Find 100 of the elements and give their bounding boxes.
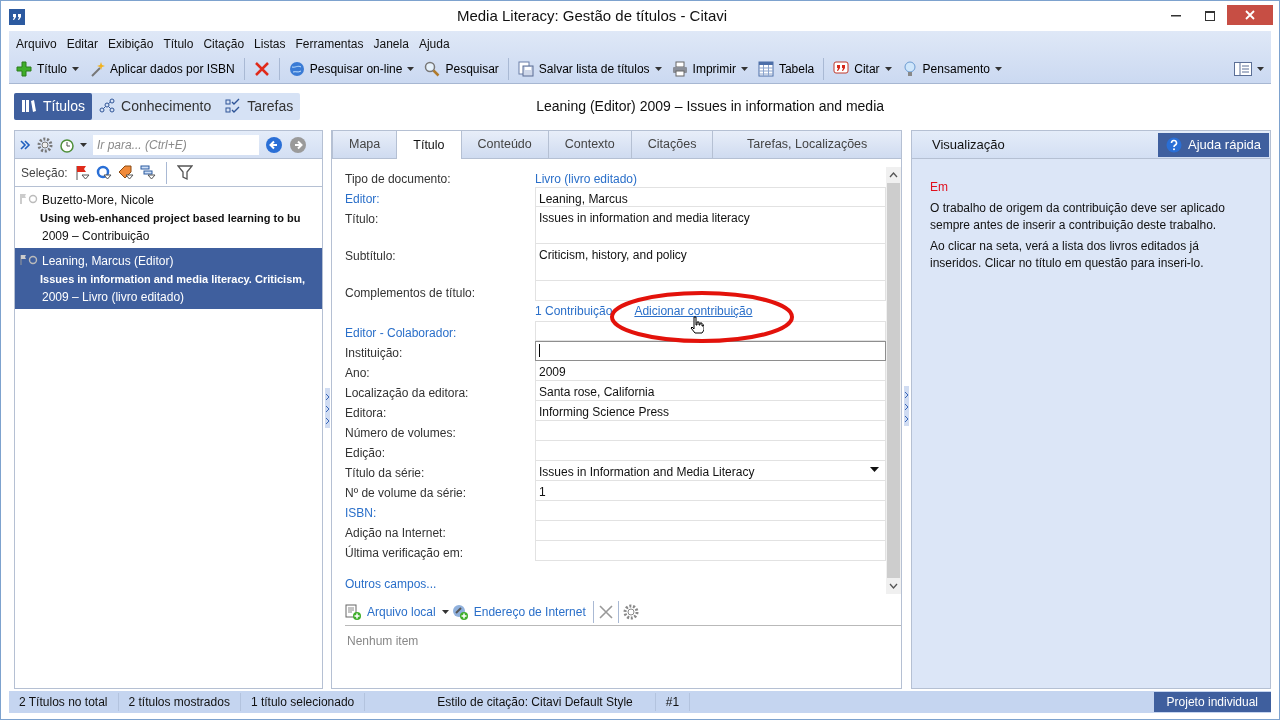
field-label: Complementos de título: [345, 285, 477, 301]
toolbar-button[interactable]: Aplicar dados por ISBN [84, 58, 240, 80]
field-label: Adição na Internet: [345, 525, 447, 541]
search-icon [424, 61, 441, 77]
menu-item[interactable]: Citação [198, 33, 250, 55]
attachment-button[interactable]: Endereço de Internet [451, 602, 589, 621]
field-label: Número de volumes: [345, 425, 457, 441]
dropdown-field[interactable]: Issues in Information and Media Literacy [535, 461, 886, 481]
toolbar-button[interactable]: Salvar lista de títulos [512, 58, 667, 80]
globe-icon [288, 61, 305, 77]
author-text: Leaning, Marcus (Editor) [42, 253, 175, 270]
document-type-link[interactable]: Livro (livro editado) [535, 167, 638, 187]
project-button[interactable]: Projeto individual [1153, 692, 1271, 712]
toolbar-button[interactable]: Pensamento [896, 58, 1007, 80]
field-label-link[interactable]: Editor: [345, 187, 535, 207]
flag-icon [20, 255, 38, 265]
menu-item[interactable]: Exibição [103, 33, 159, 55]
link-add-icon [451, 603, 468, 620]
record-tab[interactable]: Tarefas, Localizações [712, 130, 902, 158]
input-field[interactable]: Criticism, history, and policy [535, 244, 886, 281]
record-tab[interactable]: Citações [630, 130, 714, 158]
minimize-icon [1171, 15, 1181, 17]
close-icon [1245, 10, 1255, 20]
record-tab[interactable]: Título [396, 130, 462, 159]
filter-icon[interactable] [176, 164, 193, 181]
close-button[interactable] [1227, 5, 1273, 25]
splitter-grip[interactable] [904, 386, 909, 426]
title-text: Issues in information and media literacy. Criticism, [40, 272, 307, 287]
field-label: Editora: [345, 405, 388, 421]
input-field[interactable]: 1 [535, 481, 886, 501]
clock-icon [59, 136, 75, 153]
title-list-item[interactable]: Leaning, Marcus (Editor) Issues in information and media literacy. Criticism, 2009 – Livro (livro editado) [15, 248, 322, 309]
field-label: Subtítulo: [345, 248, 397, 265]
input-field[interactable] [535, 341, 886, 361]
wand-icon [89, 61, 105, 77]
record-tab[interactable]: Contexto [547, 130, 632, 158]
help-paragraph: O trabalho de origem da contribuição deve ser aplicado sempre antes de inserir a contribuição deste trabalho. [930, 200, 1226, 234]
field-label: Edição: [345, 445, 387, 461]
toolbar-button[interactable]: Citar [828, 58, 897, 80]
tag-filter-icon[interactable] [117, 164, 134, 181]
menu-item[interactable]: Listas [249, 33, 291, 55]
status-text: Estilo de citação: Citavi Default Style [427, 693, 656, 711]
title-list-item[interactable]: Buzetto-More, Nicole Using web-enhanced project based learning to bu 2009 – Contribuição [15, 187, 322, 248]
toolbar-button[interactable]: Pesquisar [419, 58, 504, 80]
meta-text: 2009 – Contribuição [42, 228, 151, 245]
app-icon [9, 8, 25, 25]
field-label: Última verificação em: [345, 544, 465, 561]
more-fields-link[interactable]: Outros campos... [345, 575, 437, 593]
network-icon [99, 98, 115, 114]
toolbar-button[interactable]: Título [11, 58, 84, 80]
record-title: Leaning (Editor) 2009 – Issues in information and media [535, 96, 886, 116]
help-icon [1166, 136, 1182, 153]
refresh-filter-icon[interactable] [95, 164, 112, 181]
search-field[interactable]: Ir para... (Ctrl+E) [93, 134, 259, 155]
gear-icon[interactable] [37, 136, 53, 153]
input-field[interactable]: Informing Science Press [535, 401, 886, 421]
input-field[interactable]: Santa rose, California [535, 381, 886, 401]
input-field[interactable]: 2009 [535, 361, 886, 381]
contribution-link[interactable]: 1 Contribuição [535, 302, 613, 320]
flag-filter-icon[interactable] [73, 164, 90, 181]
record-tab[interactable]: Mapa [332, 130, 398, 158]
double-chevron-icon[interactable] [19, 138, 31, 151]
printer-icon [671, 61, 688, 77]
field-label: Título da série: [345, 465, 426, 481]
menu-item[interactable]: Ajuda [413, 33, 455, 55]
menu-item[interactable]: Janela [368, 33, 414, 55]
menu-item[interactable]: Título [158, 33, 199, 55]
back-button[interactable] [265, 135, 283, 154]
toolbar-button[interactable]: Imprimir [666, 58, 753, 80]
table-icon [757, 61, 774, 77]
nav-tab[interactable]: Conhecimento [92, 92, 219, 120]
scrollbar-thumb[interactable] [887, 183, 900, 578]
field-label: Título: [345, 211, 380, 228]
menu-item[interactable]: Arquivo [11, 33, 62, 55]
menu-item[interactable]: Ferramentas [290, 33, 369, 55]
file-add-icon [345, 603, 361, 620]
delete-icon[interactable] [597, 603, 614, 620]
field-label: Instituição: [345, 345, 404, 361]
toolbar-button[interactable]: Pesquisar on-line [283, 58, 420, 80]
field-label: Localização da editora: [345, 385, 470, 401]
quick-help-button[interactable]: Ajuda rápida [1158, 132, 1269, 157]
menu-item[interactable]: Editar [61, 33, 104, 55]
title-text: Using web-enhanced project based learning to bu [40, 211, 302, 226]
input-field[interactable]: Leaning, Marcus [535, 187, 886, 207]
nav-tab[interactable]: Títulos [14, 92, 92, 120]
toolbar-button[interactable]: Tabela [752, 58, 820, 80]
field-label-link[interactable]: Editor - Colaborador: [345, 321, 535, 341]
splitter-grip[interactable] [324, 388, 330, 428]
field-label-link[interactable]: ISBN: [345, 501, 535, 521]
author-text: Buzetto-More, Nicole [42, 192, 156, 209]
nav-tab[interactable]: Tarefas [218, 92, 301, 120]
history-button[interactable] [59, 136, 87, 153]
input-field[interactable]: Issues in information and media literacy [535, 207, 886, 244]
help-heading: Em [930, 179, 949, 196]
hierarchy-filter-icon[interactable] [139, 164, 156, 181]
gear-icon[interactable] [622, 603, 639, 620]
window-title: Media Literacy: Gestão de títulos - Citavi [455, 5, 729, 26]
record-tab[interactable]: Conteúdo [460, 130, 549, 158]
attachment-button[interactable]: Arquivo local [345, 602, 452, 621]
selection-label: Seleção: [21, 164, 68, 182]
